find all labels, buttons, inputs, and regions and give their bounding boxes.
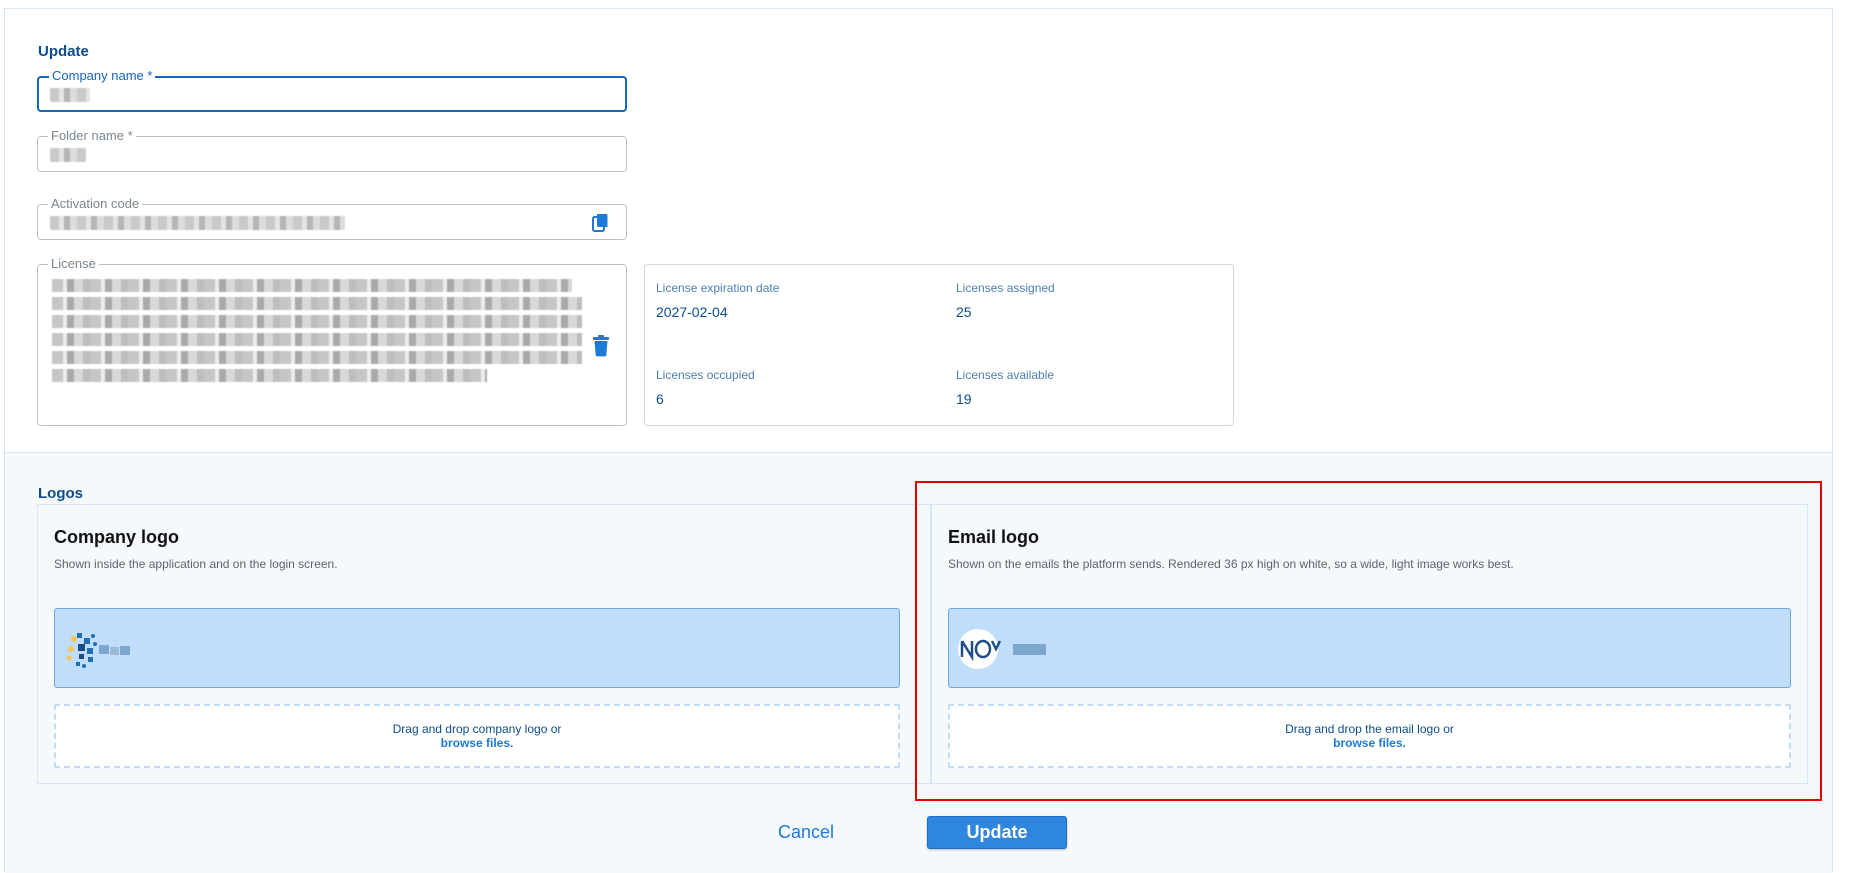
email-logo-description: Shown on the emails the platform sends. …	[948, 557, 1514, 571]
activation-code-field[interactable]: Activation code	[37, 196, 627, 240]
license-expiration: License expiration date 2027-02-04	[656, 281, 779, 320]
email-logo-dropzone[interactable]: Drag and drop the email logo or browse f…	[948, 704, 1791, 768]
section-title-update: Update	[38, 43, 89, 60]
update-button[interactable]: Update	[927, 816, 1067, 849]
licenses-assigned: Licenses assigned 25	[956, 281, 1055, 320]
folder-name-label: Folder name *	[48, 128, 136, 144]
company-logo-preview	[54, 608, 900, 688]
licenses-occupied-value: 6	[656, 391, 664, 407]
email-logo-image	[958, 629, 1046, 669]
licenses-occupied-label: Licenses occupied	[656, 368, 755, 382]
company-logo-title: Company logo	[54, 527, 179, 547]
trash-icon[interactable]	[592, 335, 610, 357]
licenses-assigned-value: 25	[956, 304, 972, 320]
email-logo-title: Email logo	[948, 527, 1040, 547]
license-label: License	[48, 256, 99, 272]
licenses-available-label: Licenses available	[956, 368, 1055, 382]
company-name-value	[50, 88, 90, 102]
company-name-label: Company name *	[49, 68, 156, 84]
email-logo-dropzone-text: Drag and drop the email logo or	[1285, 722, 1454, 736]
company-logo-card: Company logo Shown inside the applicatio…	[37, 504, 931, 784]
license-expiration-value: 2027-02-04	[656, 304, 728, 320]
email-logo-browse-link[interactable]: browse files.	[950, 736, 1789, 750]
folder-name-value	[50, 148, 86, 162]
license-expiration-label: License expiration date	[656, 281, 780, 295]
company-logo-image	[66, 633, 130, 668]
email-logo-preview	[948, 608, 1791, 688]
company-logo-browse-link[interactable]: browse files.	[56, 736, 898, 750]
licenses-available-value: 19	[956, 391, 972, 407]
licenses-assigned-label: Licenses assigned	[956, 281, 1055, 295]
activation-code-value	[50, 216, 345, 230]
activation-code-label: Activation code	[48, 196, 143, 212]
copy-icon[interactable]	[592, 212, 610, 233]
company-logo-dropzone-text: Drag and drop company logo or	[392, 722, 562, 736]
section-title-logos: Logos	[38, 485, 83, 502]
email-logo-card: Email logo Shown on the emails the platf…	[931, 504, 1808, 784]
license-info-card: License expiration date 2027-02-04 Licen…	[644, 264, 1234, 426]
licenses-occupied: Licenses occupied 6	[656, 368, 755, 407]
license-value	[52, 279, 582, 387]
cancel-button[interactable]: Cancel	[760, 816, 852, 848]
company-logo-description: Shown inside the application and on the …	[54, 557, 338, 571]
company-name-field[interactable]: Company name *	[37, 68, 627, 112]
license-field[interactable]: License	[37, 256, 627, 426]
folder-name-field[interactable]: Folder name *	[37, 128, 627, 172]
company-logo-dropzone[interactable]: Drag and drop company logo or browse fil…	[54, 704, 900, 768]
licenses-available: Licenses available 19	[956, 368, 1054, 407]
